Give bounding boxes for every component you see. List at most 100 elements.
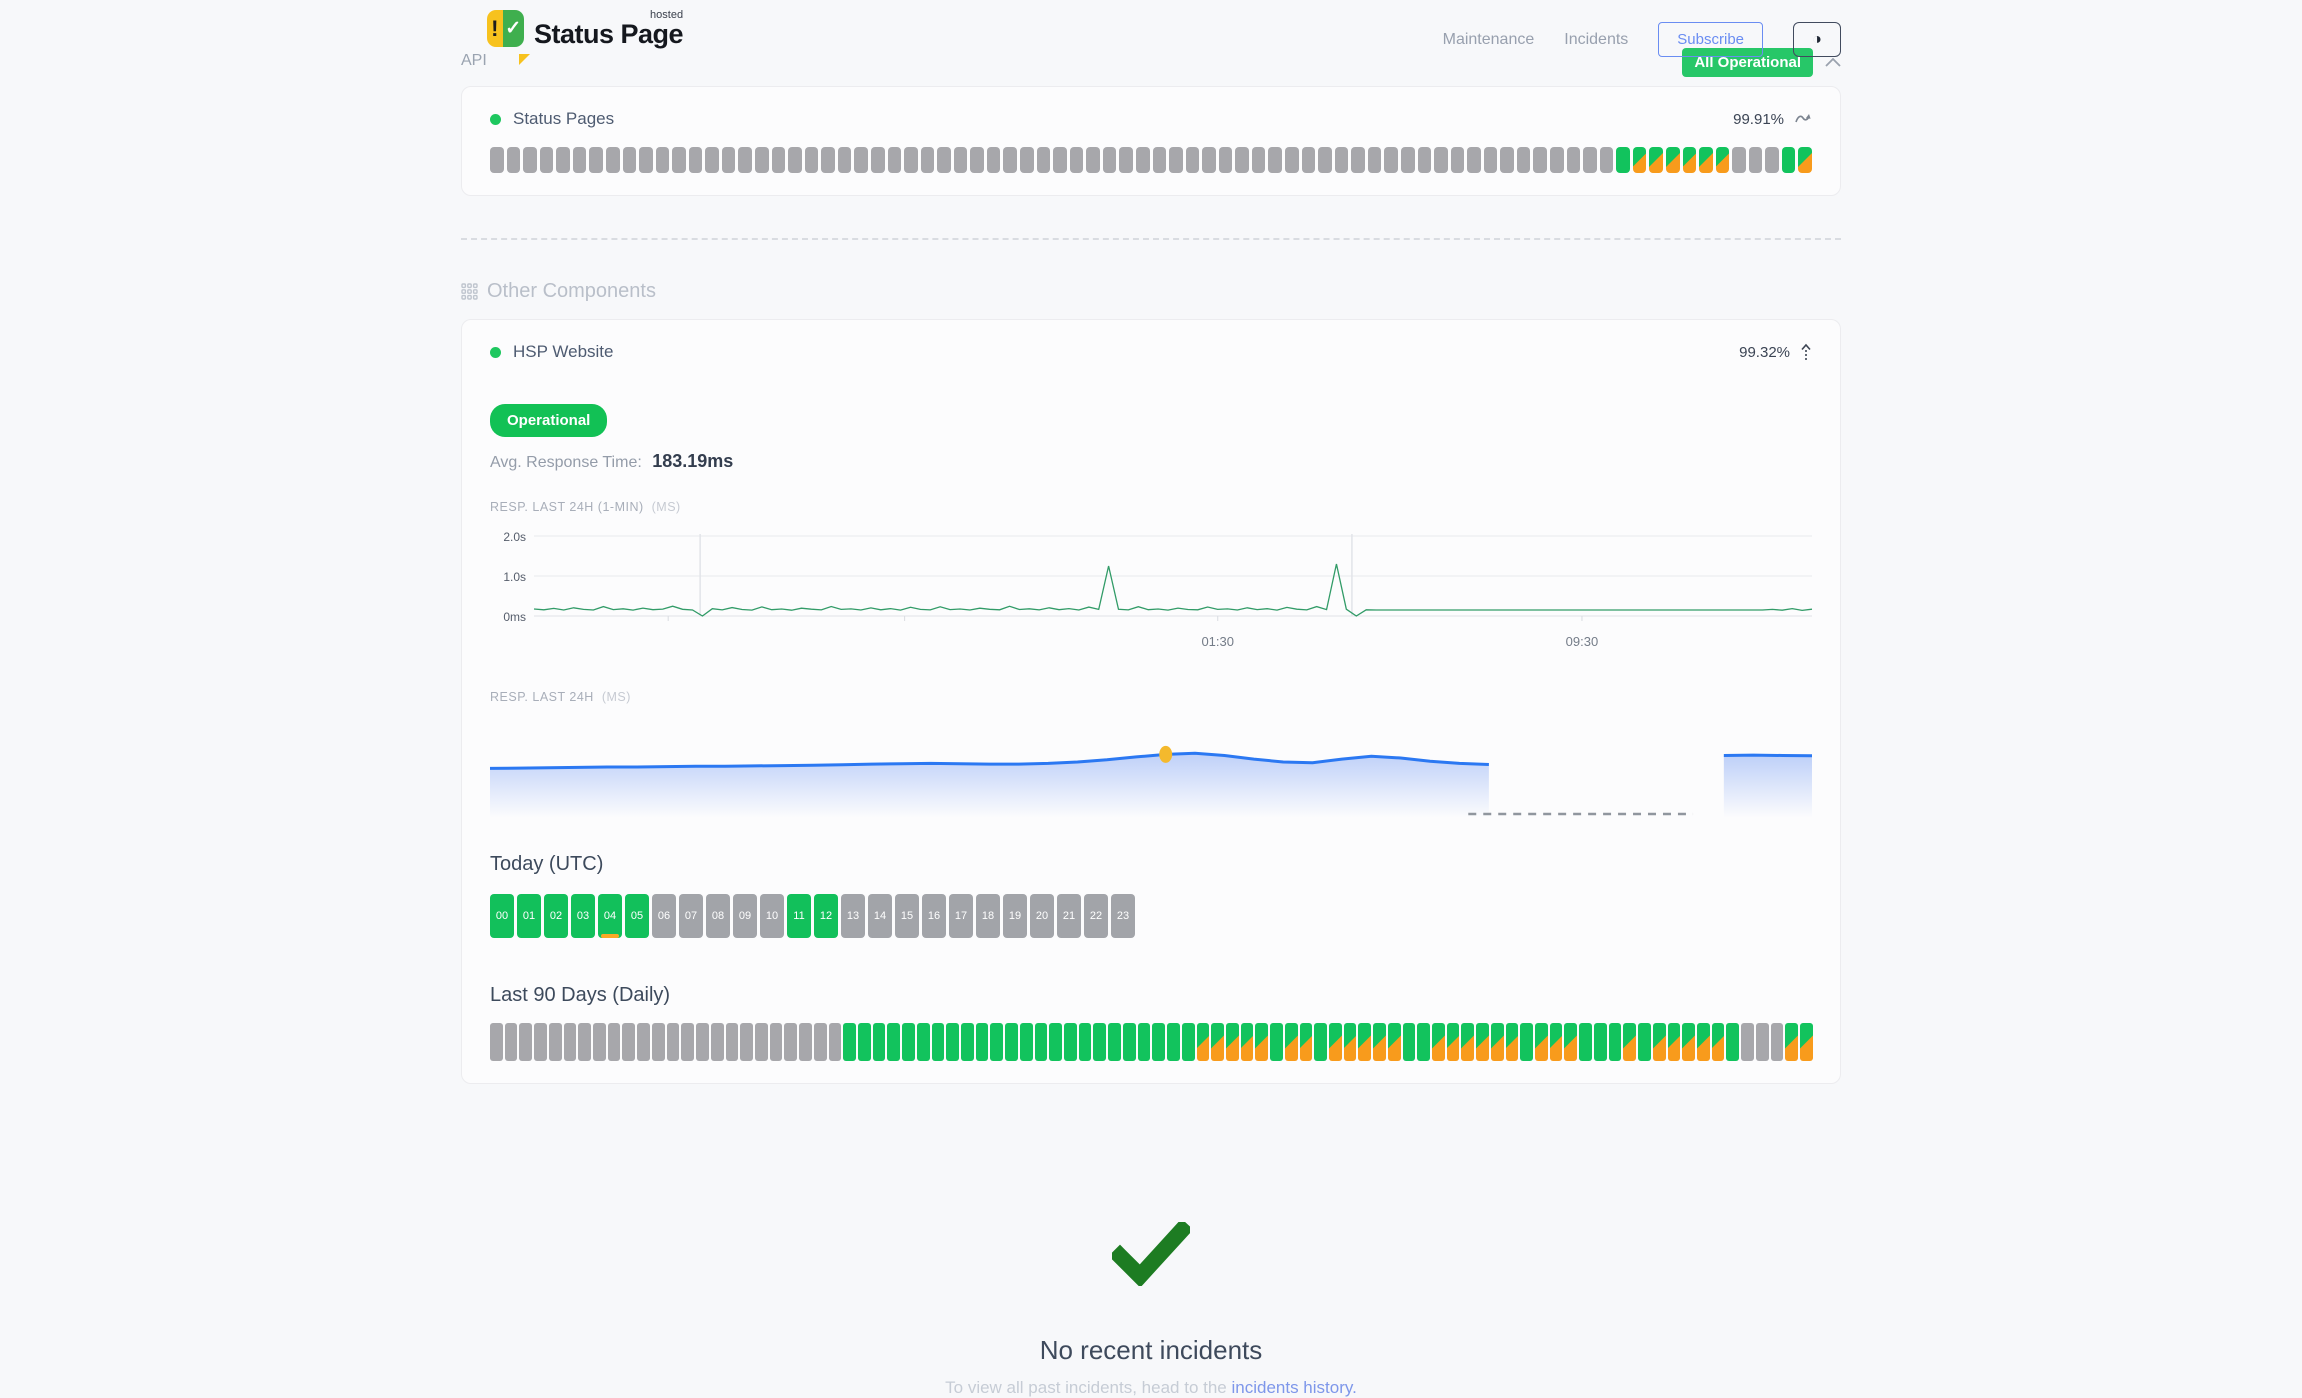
day-bar[interactable] <box>1594 1023 1607 1061</box>
day-bar[interactable] <box>637 1023 650 1061</box>
uptime-bar[interactable] <box>1086 147 1100 173</box>
uptime-bar[interactable] <box>1500 147 1514 173</box>
uptime-bar[interactable] <box>1782 147 1796 173</box>
day-bar[interactable] <box>564 1023 577 1061</box>
day-bar[interactable] <box>652 1023 665 1061</box>
uptime-bar[interactable] <box>821 147 835 173</box>
uptime-bar[interactable] <box>507 147 521 173</box>
uptime-bar[interactable] <box>1749 147 1763 173</box>
day-bar[interactable] <box>1579 1023 1592 1061</box>
day-bar[interactable] <box>1697 1023 1710 1061</box>
day-bar[interactable] <box>1712 1023 1725 1061</box>
day-bar[interactable] <box>1079 1023 1092 1061</box>
uptime-bar[interactable] <box>639 147 653 173</box>
day-bar[interactable] <box>902 1023 915 1061</box>
day-bar[interactable] <box>770 1023 783 1061</box>
day-bar[interactable] <box>1197 1023 1210 1061</box>
uptime-bar[interactable] <box>1401 147 1415 173</box>
hour-cell[interactable]: 21 <box>1057 894 1081 938</box>
uptime-bar[interactable] <box>1335 147 1349 173</box>
uptime-bar[interactable] <box>1103 147 1117 173</box>
uptime-bar[interactable] <box>573 147 587 173</box>
uptime-bar[interactable] <box>1683 147 1697 173</box>
day-bar[interactable] <box>622 1023 635 1061</box>
day-bar[interactable] <box>1123 1023 1136 1061</box>
day-bar[interactable] <box>1064 1023 1077 1061</box>
uptime-bar[interactable] <box>1186 147 1200 173</box>
uptime-bar[interactable] <box>1798 147 1812 173</box>
day-bar[interactable] <box>1726 1023 1739 1061</box>
uptime-bar[interactable] <box>490 147 504 173</box>
uptime-bar[interactable] <box>689 147 703 173</box>
day-bar[interactable] <box>711 1023 724 1061</box>
uptime-bar[interactable] <box>1765 147 1779 173</box>
collapse-chevron-icon[interactable] <box>1825 58 1841 67</box>
day-bar[interactable] <box>858 1023 871 1061</box>
uptime-bar[interactable] <box>1616 147 1630 173</box>
uptime-bar[interactable] <box>540 147 554 173</box>
day-bar[interactable] <box>1211 1023 1224 1061</box>
day-bar[interactable] <box>1638 1023 1651 1061</box>
uptime-bar[interactable] <box>1020 147 1034 173</box>
uptime-bar[interactable] <box>1583 147 1597 173</box>
uptime-bar[interactable] <box>738 147 752 173</box>
day-bar[interactable] <box>1270 1023 1283 1061</box>
day-bar[interactable] <box>814 1023 827 1061</box>
day-bar[interactable] <box>1049 1023 1062 1061</box>
hour-cell[interactable]: 16 <box>922 894 946 938</box>
day-bar[interactable] <box>578 1023 591 1061</box>
highlight-dot[interactable] <box>1159 746 1172 763</box>
day-bar[interactable] <box>740 1023 753 1061</box>
day-bar[interactable] <box>1564 1023 1577 1061</box>
uptime-bar[interactable] <box>937 147 951 173</box>
uptime-bar[interactable] <box>954 147 968 173</box>
uptime-bar[interactable] <box>772 147 786 173</box>
day-bar[interactable] <box>593 1023 606 1061</box>
day-bar[interactable] <box>1461 1023 1474 1061</box>
hour-cell[interactable]: 22 <box>1084 894 1108 938</box>
uptime-bar[interactable] <box>1666 147 1680 173</box>
uptime-bar[interactable] <box>656 147 670 173</box>
day-bar[interactable] <box>1550 1023 1563 1061</box>
day-bar[interactable] <box>519 1023 532 1061</box>
day-bar[interactable] <box>917 1023 930 1061</box>
hour-cell[interactable]: 04 <box>598 894 622 938</box>
uptime-bar[interactable] <box>987 147 1001 173</box>
uptime-bar[interactable] <box>1252 147 1266 173</box>
day-bar[interactable] <box>667 1023 680 1061</box>
hour-cell[interactable]: 09 <box>733 894 757 938</box>
uptime-bar[interactable] <box>921 147 935 173</box>
uptime-bar[interactable] <box>788 147 802 173</box>
uptime-bar[interactable] <box>970 147 984 173</box>
hour-cell[interactable]: 02 <box>544 894 568 938</box>
day-bar[interactable] <box>1432 1023 1445 1061</box>
day-bar[interactable] <box>1800 1023 1813 1061</box>
hour-cell[interactable]: 06 <box>652 894 676 938</box>
uptime-bar[interactable] <box>1533 147 1547 173</box>
day-bar[interactable] <box>1108 1023 1121 1061</box>
day-bar[interactable] <box>1520 1023 1533 1061</box>
day-bar[interactable] <box>1167 1023 1180 1061</box>
uptime-bar[interactable] <box>1649 147 1663 173</box>
day-bar[interactable] <box>1785 1023 1798 1061</box>
day-bar[interactable] <box>1241 1023 1254 1061</box>
uptime-bar[interactable] <box>1003 147 1017 173</box>
uptime-bar[interactable] <box>1219 147 1233 173</box>
day-bar[interactable] <box>1668 1023 1681 1061</box>
day-bar[interactable] <box>1653 1023 1666 1061</box>
day-bar[interactable] <box>1329 1023 1342 1061</box>
day-bar[interactable] <box>1358 1023 1371 1061</box>
uptime-bar[interactable] <box>755 147 769 173</box>
uptime-bar[interactable] <box>1716 147 1730 173</box>
hour-cell[interactable]: 23 <box>1111 894 1135 938</box>
day-bar[interactable] <box>1756 1023 1769 1061</box>
nav-link-maintenance[interactable]: Maintenance <box>1443 31 1535 49</box>
day-bar[interactable] <box>961 1023 974 1061</box>
response-area-chart[interactable] <box>490 714 1812 829</box>
day-bar[interactable] <box>490 1023 503 1061</box>
day-bar[interactable] <box>1388 1023 1401 1061</box>
hour-cell[interactable]: 01 <box>517 894 541 938</box>
uptime-bar[interactable] <box>1285 147 1299 173</box>
uptime-bar[interactable] <box>705 147 719 173</box>
day-bar[interactable] <box>1623 1023 1636 1061</box>
